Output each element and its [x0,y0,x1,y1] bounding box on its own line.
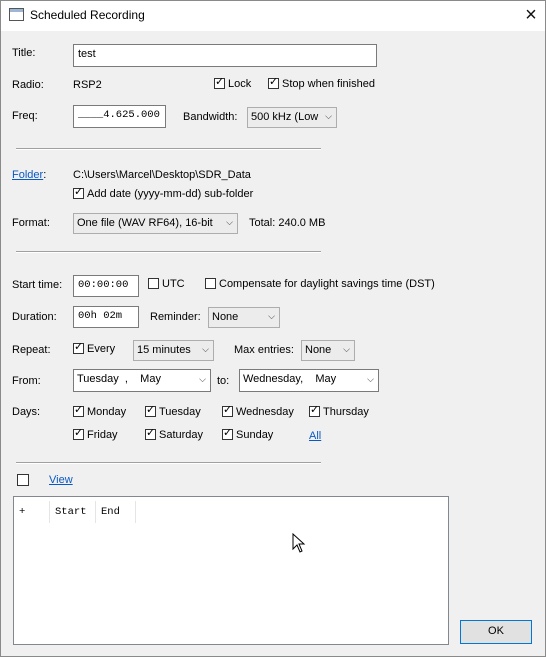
day-label: Sunday [236,429,274,441]
repeat-interval-select[interactable]: 15 minutes ⌵ [133,340,214,361]
to-date-picker[interactable]: Wednesday, May ⌵ [239,369,379,392]
day-label: Wednesday [236,406,294,418]
every-checkbox[interactable]: Every [73,341,116,355]
lock-label: Lock [228,78,252,90]
dst-label: Compensate for daylight savings time (DS… [219,278,435,290]
bandwidth-value: 500 kHz (Low [251,111,319,123]
freq-label: Freq: [12,110,38,122]
day-checkbox-friday[interactable]: Friday [73,427,118,441]
bandwidth-label: Bandwidth: [183,111,238,123]
format-label: Format: [12,217,50,229]
add-date-subfolder-checkbox[interactable]: Add date (yyyy-mm-dd) sub-folder [73,186,254,200]
check-icon [73,186,84,199]
day-checkbox-saturday[interactable]: Saturday [145,427,204,441]
utc-checkbox[interactable]: UTC [148,278,185,290]
format-value: One file (WAV RF64), 16-bit [77,217,213,229]
days-label: Days: [12,406,41,418]
reminder-label: Reminder: [150,311,201,323]
all-days-link[interactable]: All [309,430,321,442]
from-date-picker[interactable]: Tuesday , May ⌵ [73,369,211,392]
every-label: Every [87,343,116,355]
day-label: Thursday [323,406,369,418]
check-icon [145,427,156,440]
separator [16,462,321,464]
mouse-cursor-icon [292,533,306,553]
utc-label: UTC [162,278,185,290]
duration-input[interactable]: 00h 02m [73,306,139,328]
day-checkbox-thursday[interactable]: Thursday [309,404,369,418]
repeat-label: Repeat: [12,344,51,356]
radio-label: Radio: [12,79,44,91]
column-header-add[interactable]: + [14,501,50,523]
check-icon [145,404,156,417]
day-checkbox-wednesday[interactable]: Wednesday [222,404,294,418]
repeat-interval-value: 15 minutes [137,344,191,356]
dst-checkbox[interactable]: Compensate for daylight savings time (DS… [205,278,435,290]
check-icon [222,404,233,417]
check-icon [309,404,320,417]
check-icon [73,341,84,354]
total-size: Total: 240.0 MB [249,217,326,229]
window-title: Scheduled Recording [30,8,145,22]
window-icon [9,8,24,21]
chevron-down-icon: ⌵ [226,217,233,227]
day-label: Tuesday [159,406,201,418]
stop-when-finished-label: Stop when finished [282,78,375,90]
stop-when-finished-checkbox[interactable]: Stop when finished [268,76,375,90]
start-time-label: Start time: [12,279,63,291]
title-input[interactable]: test [73,44,377,67]
day-checkbox-sunday[interactable]: Sunday [222,427,274,441]
max-entries-select[interactable]: None ⌵ [301,340,355,361]
from-date-value: Tuesday , May [77,373,161,385]
start-time-input[interactable]: 00:00:00 [73,275,139,297]
view-link[interactable]: View [49,474,73,486]
separator [16,148,321,150]
separator [16,251,321,253]
max-entries-value: None [305,344,332,356]
chevron-down-icon: ⌵ [199,374,206,384]
day-checkbox-tuesday[interactable]: Tuesday [145,404,201,418]
schedule-list[interactable]: + Start End [13,496,449,645]
bandwidth-select[interactable]: 500 kHz (Low ⌵ [247,107,337,128]
reminder-value: None [212,311,239,323]
to-date-value: Wednesday, May [243,373,337,385]
max-entries-label: Max entries: [234,344,294,356]
to-label: to: [217,375,230,387]
folder-label-group: Folder: [12,169,46,181]
chevron-down-icon: ⌵ [343,344,350,354]
title-label: Title: [12,47,36,59]
title-bar: Scheduled Recording × [1,1,545,31]
chevron-down-icon: ⌵ [202,344,209,354]
column-header-start[interactable]: Start [50,501,96,523]
day-label: Saturday [159,429,204,441]
freq-input[interactable]: ____4.625.000 [73,105,166,128]
check-icon [73,427,84,440]
scheduled-recording-dialog: Scheduled Recording × Title: test Radio:… [0,0,546,657]
chevron-down-icon: ⌵ [367,374,374,384]
lock-checkbox[interactable]: Lock [214,76,252,90]
reminder-select[interactable]: None ⌵ [208,307,280,328]
check-icon [214,76,225,89]
close-icon[interactable]: × [517,3,545,27]
from-label: From: [12,375,41,387]
chevron-down-icon: ⌵ [268,311,275,321]
radio-value: RSP2 [73,79,102,91]
day-label: Friday [87,429,118,441]
format-select[interactable]: One file (WAV RF64), 16-bit ⌵ [73,213,238,234]
duration-label: Duration: [12,311,57,323]
day-label: Monday [87,406,127,418]
check-icon [73,404,84,417]
folder-link[interactable]: Folder [12,169,43,181]
ok-button[interactable]: OK [460,620,532,644]
day-checkbox-monday[interactable]: Monday [73,404,127,418]
add-date-label: Add date (yyyy-mm-dd) sub-folder [87,188,254,200]
folder-colon: : [43,169,47,181]
column-header-end[interactable]: End [96,501,136,523]
check-icon [222,427,233,440]
view-checkbox[interactable] [17,474,32,487]
chevron-down-icon: ⌵ [325,111,332,121]
folder-path: C:\Users\Marcel\Desktop\SDR_Data [73,169,251,181]
check-icon [268,76,279,89]
